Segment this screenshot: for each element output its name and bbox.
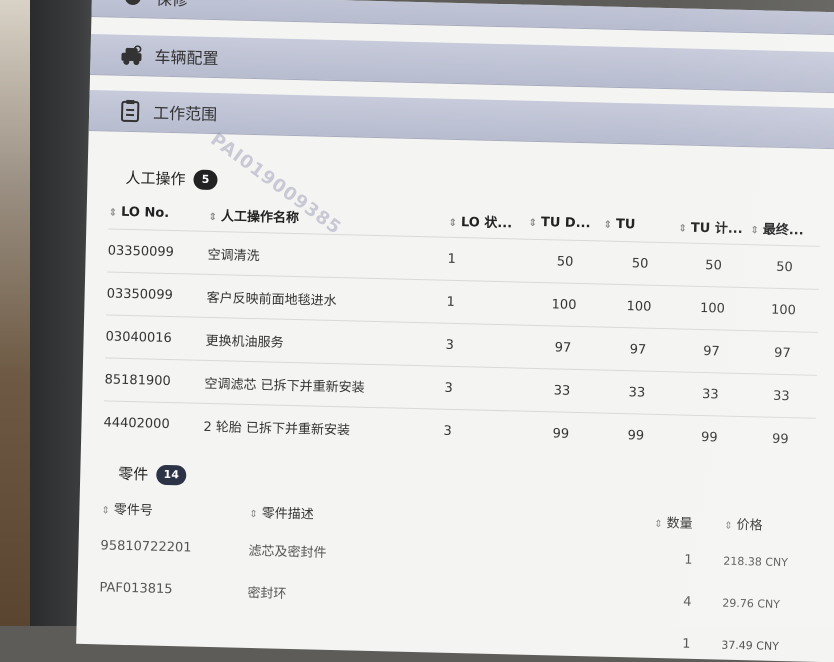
cell-price: 29.76 CNY [722,596,781,611]
sort-icon: ⇕ [603,219,613,231]
col-header-lo-no[interactable]: ⇕ LO No. [108,194,209,231]
sort-icon: ⇕ [528,217,538,229]
cell-price: 218.38 CNY [723,554,789,569]
cell-qty: 1 [684,552,693,568]
cell-tu-d: 50 [527,239,604,285]
sort-icon: ⇕ [678,222,687,235]
sort-icon: ⇕ [654,518,663,530]
car-config-icon [118,44,145,67]
cell-lo-status: 1 [446,280,528,326]
cell-tu-calc: 100 [675,285,750,331]
cell-qty: 1 [681,636,691,652]
header-label: 零件描述 [261,505,314,523]
labor-count-badge: 5 [193,169,218,190]
cell-lo-no: 03350099 [106,271,208,318]
sort-icon: ⇕ [208,211,218,223]
cell-tu: 33 [598,370,675,415]
sort-icon: ⇕ [249,508,258,520]
cell-final: 33 [745,373,817,419]
cell-lo-status: 3 [443,366,525,412]
header-label: LO 状... [460,214,513,231]
parts-count-badge: 14 [156,464,187,485]
col-header-qty[interactable]: ⇕ 数量 [654,504,725,540]
header-label: 零件号 [113,502,153,519]
header-label: TU 计... [690,220,743,237]
labor-title-text: 人工操作 [125,168,186,189]
warranty-icon [120,0,147,8]
cell-labor-name: 空调滤芯 已拆下并重新安装 [204,360,446,410]
cell-tu-calc: 50 [677,242,751,288]
cell-final: 50 [749,244,821,290]
cell-tu-d: 99 [522,411,599,456]
app-screen: 保修 车辆配置 工作范围 人工操作 5 [76,0,834,662]
labor-section-title: 人工操作 5 [125,167,218,190]
sort-icon: ⇕ [108,206,118,219]
cell-final: 97 [746,330,818,376]
cell-tu-calc: 97 [674,328,748,374]
cell-price: 37.49 CNY [721,638,780,653]
cell-final: 100 [747,287,820,333]
cell-tu: 100 [601,284,678,329]
header-label: 数量 [666,515,693,532]
cell-lo-no: 44402000 [103,400,205,446]
sort-icon: ⇕ [448,217,458,229]
col-header-lo-status[interactable]: ⇕ LO 状... [448,203,529,239]
cell-tu-d: 100 [526,282,603,328]
cell-lo-no: 85181900 [104,357,206,404]
panel-title-work-scope: 工作范围 [152,103,218,125]
cell-labor-name: 客户反映前面地毯进水 [206,274,448,324]
header-label: 人工操作名称 [220,208,300,226]
cell-lo-no: 03040016 [105,314,207,361]
cell-final: 99 [744,416,816,461]
header-label: LO No. [120,204,170,221]
labor-table: ⇕ LO No. ⇕ 人工操作名称 ⇕ LO 状... ⇕ TU D... ⇕ TU ⇕ T… [103,194,821,461]
header-label: 价格 [736,517,763,534]
col-header-tu[interactable]: ⇕ TU [603,207,679,243]
cell-labor-name: 空调清洗 [207,231,449,281]
cell-part-no [98,608,247,654]
cell-lo-status: 3 [445,323,527,369]
sort-icon: ⇕ [724,520,733,532]
cell-tu-calc: 33 [673,371,747,417]
header-label: 最终... [762,221,804,238]
cell-qty: 4 [683,594,692,610]
cell-lo-status: 1 [447,237,529,283]
header-label: TU D... [540,214,591,231]
clipboard-icon [117,99,144,123]
parts-title-text: 零件 [118,464,149,484]
col-header-part-no[interactable]: ⇕ 零件号 [101,490,250,528]
cell-tu: 97 [599,327,676,372]
parts-section-title: 零件 14 [118,463,187,486]
cell-labor-name: 2 轮胎 已拆下并重新安装 [202,403,444,452]
col-header-tu-calc[interactable]: ⇕ TU 计... [678,208,751,244]
cell-lo-no: 03350099 [107,228,209,275]
cell-part-no: 95810722201 [100,537,192,556]
cell-lo-status: 3 [442,409,524,454]
parts-table: ⇕ 零件号 ⇕ 零件描述 ⇕ 数量 ⇕ 价格 95810722201 滤芯及密封件 1 … [98,490,814,662]
col-header-price[interactable]: ⇕ 价格 [724,506,814,542]
panel-header-vehicle-config[interactable]: 车辆配置 [90,33,834,94]
cell-tu-d: 33 [523,368,600,414]
col-header-final[interactable]: ⇕ 最终... [750,210,821,246]
cell-tu-calc: 99 [672,414,746,460]
panel-header-warranty[interactable]: 保修 [91,0,834,36]
panel-header-work-scope[interactable]: 工作范围 [88,89,834,150]
cell-tu: 99 [597,413,674,458]
sort-icon: ⇕ [101,504,110,517]
panel-title-warranty: 保修 [156,0,189,10]
sort-icon: ⇕ [750,224,759,236]
header-label: TU [615,216,636,232]
cell-tu: 50 [602,241,679,286]
panel-title-vehicle-config: 车辆配置 [154,47,219,69]
cell-labor-name: 更换机油服务 [205,317,447,367]
col-header-tu-d[interactable]: ⇕ TU D... [528,205,604,241]
cell-part-no: PAF013815 [99,579,173,597]
cell-tu-d: 97 [524,325,602,371]
work-scope-content: 人工操作 5 ⇕ LO No. ⇕ 人工操作名称 ⇕ LO 状... ⇕ TU D...… [88,144,834,652]
cell-part-desc [246,612,652,662]
